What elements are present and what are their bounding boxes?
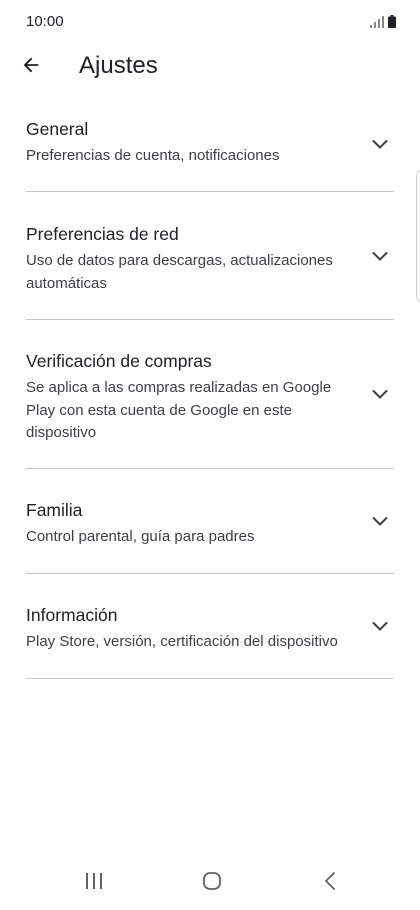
settings-item-general[interactable]: General Preferencias de cuenta, notifica… bbox=[26, 96, 394, 192]
settings-item-title: Verificación de compras bbox=[26, 351, 212, 371]
settings-list: General Preferencias de cuenta, notifica… bbox=[0, 96, 420, 679]
status-bar: 10:00 bbox=[0, 0, 420, 44]
home-button[interactable] bbox=[197, 870, 227, 896]
recent-apps-button[interactable] bbox=[79, 870, 109, 896]
settings-item-information[interactable]: Información Play Store, versión, certifi… bbox=[26, 574, 394, 679]
back-button[interactable] bbox=[14, 50, 48, 84]
settings-item-title: Información bbox=[26, 605, 118, 625]
settings-item-title: General bbox=[26, 119, 89, 139]
settings-item-network[interactable]: Preferencias de red Uso de datos para de… bbox=[26, 192, 394, 320]
chevron-down-icon[interactable] bbox=[368, 614, 392, 638]
settings-item-subtitle: Control parental, guía para padres bbox=[26, 528, 255, 545]
app-bar: Ajustes bbox=[0, 44, 420, 88]
chevron-down-icon[interactable] bbox=[368, 382, 392, 406]
back-nav-button[interactable] bbox=[315, 870, 345, 896]
system-nav-bar bbox=[0, 856, 420, 910]
page-title: Ajustes bbox=[79, 52, 158, 79]
settings-item-title: Familia bbox=[26, 500, 83, 520]
settings-item-subtitle: Preferencias de cuenta, notificaciones bbox=[26, 147, 280, 164]
settings-item-subtitle: Play Store, versión, certificación del d… bbox=[26, 633, 338, 650]
back-nav-icon bbox=[323, 871, 337, 896]
settings-item-subtitle: Uso de datos para descargas, actualizaci… bbox=[26, 252, 333, 292]
arrow-left-icon bbox=[20, 54, 42, 81]
signal-icon bbox=[370, 15, 384, 33]
settings-item-family[interactable]: Familia Control parental, guía para padr… bbox=[26, 469, 394, 574]
settings-item-purchase-verification[interactable]: Verificación de compras Se aplica a las … bbox=[26, 320, 394, 469]
chevron-down-icon[interactable] bbox=[368, 132, 392, 156]
home-icon bbox=[202, 871, 222, 896]
battery-icon bbox=[388, 15, 396, 33]
status-icons bbox=[370, 15, 396, 33]
settings-item-title: Preferencias de red bbox=[26, 224, 179, 244]
settings-item-subtitle: Se aplica a las compras realizadas en Go… bbox=[26, 379, 332, 441]
chevron-down-icon[interactable] bbox=[368, 509, 392, 533]
chevron-down-icon[interactable] bbox=[368, 244, 392, 268]
status-time: 10:00 bbox=[26, 13, 64, 30]
recent-apps-icon bbox=[84, 872, 104, 895]
